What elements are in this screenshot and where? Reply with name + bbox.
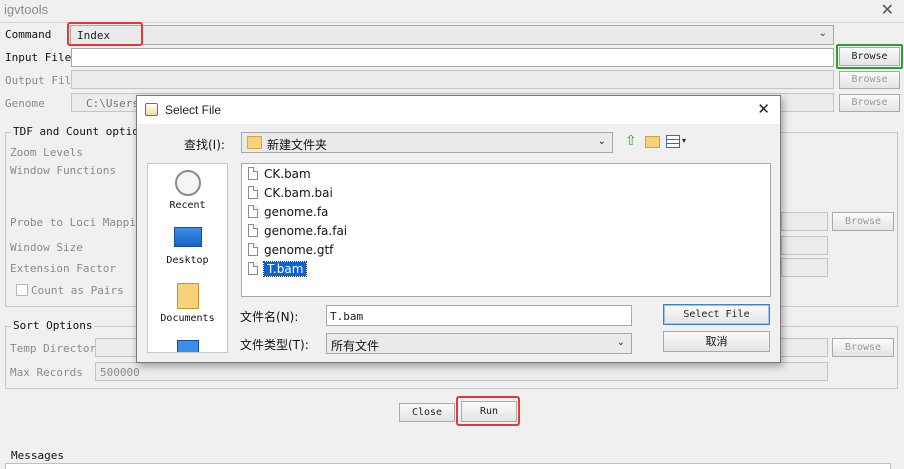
file-item-selected[interactable]: T.bam xyxy=(248,260,308,277)
genome-browse-button[interactable]: Browse xyxy=(839,94,900,112)
chevron-down-icon: ⌄ xyxy=(616,337,625,348)
window-size-label: Window Size xyxy=(10,241,83,254)
place-computer[interactable] xyxy=(148,340,227,352)
select-file-button[interactable]: Select File xyxy=(663,304,770,325)
filename-value: T.bam xyxy=(330,310,364,323)
file-name: genome.gtf xyxy=(264,242,334,257)
view-menu-chevron-icon[interactable]: ▾ xyxy=(682,136,686,145)
extension-factor-label: Extension Factor xyxy=(10,262,116,275)
temp-browse-button[interactable]: Browse xyxy=(832,338,894,357)
place-documents-label: Documents xyxy=(160,313,215,324)
file-item[interactable]: genome.fa.fai xyxy=(248,222,347,239)
file-icon xyxy=(248,224,258,237)
probe-mapping-field[interactable] xyxy=(781,212,828,231)
chevron-down-icon: ⌄ xyxy=(597,136,606,147)
max-records-value: 500000 xyxy=(100,366,140,379)
window-size-field[interactable] xyxy=(781,236,828,255)
file-icon xyxy=(248,167,258,180)
dialog-titlebar: Select File ✕ xyxy=(137,96,780,124)
file-name: CK.bam.bai xyxy=(264,185,333,200)
window-functions-label: Window Functions xyxy=(10,164,116,177)
sort-group-title: Sort Options xyxy=(11,319,95,332)
place-recent-label: Recent xyxy=(169,200,206,211)
tdf-group-title: TDF and Count option xyxy=(11,125,148,138)
cancel-button[interactable]: 取消 xyxy=(663,331,770,352)
computer-icon xyxy=(176,340,199,352)
place-documents[interactable]: Documents xyxy=(148,283,227,324)
place-recent[interactable]: Recent xyxy=(148,170,227,211)
filename-label: 文件名(N): xyxy=(240,310,299,324)
filetype-value: 所有文件 xyxy=(331,339,380,353)
temp-directory-label: Temp Directory xyxy=(10,342,103,355)
lookin-label: 查找(I): xyxy=(184,138,225,152)
file-item[interactable]: genome.gtf xyxy=(248,241,333,258)
extension-factor-field[interactable] xyxy=(781,258,828,277)
file-name: T.bam xyxy=(262,260,308,277)
dialog-close-button[interactable]: ✕ xyxy=(757,100,770,118)
probe-browse-button[interactable]: Browse xyxy=(832,212,894,231)
messages-label: Messages xyxy=(11,449,64,462)
genome-label: Genome xyxy=(5,97,45,110)
file-icon xyxy=(248,262,258,275)
file-name: CK.bam xyxy=(264,166,311,181)
folder-icon xyxy=(247,136,262,149)
command-label: Command xyxy=(5,28,52,41)
output-file-browse-button[interactable]: Browse xyxy=(839,71,900,89)
file-icon xyxy=(248,186,258,199)
file-icon xyxy=(248,243,258,256)
file-name: genome.fa xyxy=(264,204,329,219)
lookin-select[interactable]: 新建文件夹 ⌄ xyxy=(241,132,613,153)
file-icon xyxy=(248,205,258,218)
window-title: igvtools xyxy=(4,2,49,17)
file-list[interactable]: CK.bam CK.bam.bai genome.fa genome.fa.fa… xyxy=(241,163,771,297)
new-folder-icon[interactable] xyxy=(645,136,660,148)
place-desktop[interactable]: Desktop xyxy=(148,227,227,266)
file-item[interactable]: genome.fa xyxy=(248,203,328,220)
place-desktop-label: Desktop xyxy=(166,255,209,266)
file-name: genome.fa.fai xyxy=(264,223,348,238)
recent-icon xyxy=(174,170,201,196)
input-file-label: Input File xyxy=(5,51,72,64)
filetype-label: 文件类型(T): xyxy=(240,338,309,352)
documents-icon xyxy=(176,283,199,309)
count-as-pairs-checkbox[interactable] xyxy=(16,284,28,296)
file-item[interactable]: CK.bam xyxy=(248,165,311,182)
input-file-field[interactable] xyxy=(71,48,834,67)
count-as-pairs-label: Count as Pairs xyxy=(31,284,124,297)
places-bar: Recent Desktop Documents xyxy=(147,163,228,353)
messages-area[interactable] xyxy=(5,463,891,469)
output-file-field[interactable] xyxy=(71,70,834,89)
max-records-field[interactable]: 500000 xyxy=(95,362,828,381)
close-button[interactable]: Close xyxy=(399,403,455,422)
browse-highlight xyxy=(836,44,903,69)
view-menu-icon[interactable] xyxy=(666,135,680,148)
window-close-button[interactable]: ✕ xyxy=(881,0,894,20)
java-icon xyxy=(145,103,158,116)
command-select[interactable]: Index ⌄ xyxy=(70,25,834,45)
lookin-folder: 新建文件夹 xyxy=(267,138,328,152)
desktop-icon xyxy=(173,227,202,247)
output-file-label: Output File xyxy=(5,74,78,87)
chevron-down-icon: ⌄ xyxy=(818,28,827,39)
zoom-levels-label: Zoom Levels xyxy=(10,146,83,159)
probe-mapping-label: Probe to Loci Mapping xyxy=(10,216,150,229)
run-highlight xyxy=(456,396,520,426)
file-item[interactable]: CK.bam.bai xyxy=(248,184,333,201)
max-records-label: Max Records xyxy=(10,366,83,379)
filetype-select[interactable]: 所有文件 ⌄ xyxy=(326,333,632,354)
dialog-title: Select File xyxy=(165,103,222,117)
select-file-dialog: Select File ✕ 查找(I): 新建文件夹 ⌄ ⇧ ▾ Recent … xyxy=(136,95,781,363)
up-folder-icon[interactable]: ⇧ xyxy=(625,133,637,149)
filename-input[interactable]: T.bam xyxy=(326,305,632,326)
command-highlight xyxy=(67,22,143,46)
